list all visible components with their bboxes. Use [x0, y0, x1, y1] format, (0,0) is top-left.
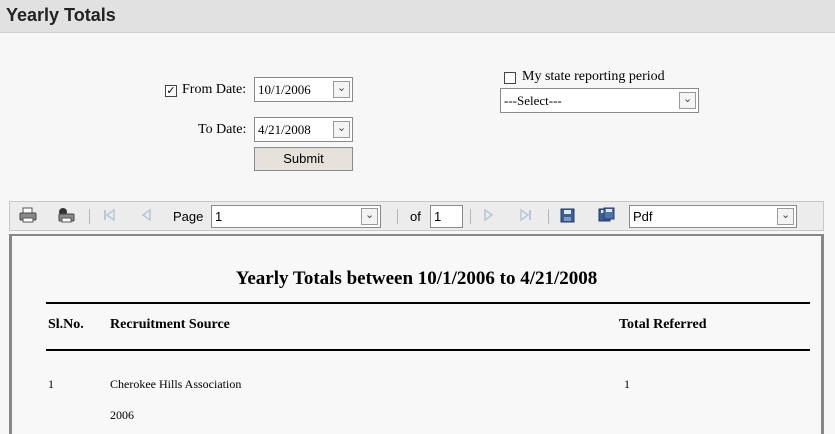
page-header: Yearly Totals	[0, 0, 835, 33]
column-header-source: Recruitment Source	[110, 317, 230, 332]
of-label: of	[410, 209, 421, 224]
checkbox-check-icon: ✓	[166, 84, 176, 97]
last-page-icon[interactable]	[519, 208, 533, 226]
toolbar-separator	[89, 209, 90, 224]
table-top-rule	[46, 302, 810, 304]
to-date-field[interactable]: 4/21/2008 ⌄	[254, 117, 353, 142]
report-viewer: Yearly Totals between 10/1/2006 to 4/21/…	[9, 234, 824, 434]
state-period-select[interactable]: ---Select--- ⌄	[500, 88, 699, 113]
first-page-icon[interactable]	[102, 208, 116, 226]
to-date-value: 4/21/2008	[258, 122, 311, 137]
submit-button[interactable]: Submit	[254, 147, 353, 171]
print-setup-icon[interactable]	[57, 207, 75, 227]
print-icon[interactable]	[19, 207, 37, 227]
row-1-source: Cherokee Hills Association	[110, 377, 242, 391]
column-header-slno: Sl.No.	[48, 317, 84, 332]
from-date-dropdown-button[interactable]: ⌄	[333, 81, 350, 98]
page-title: Yearly Totals	[6, 5, 116, 25]
report-title: Yearly Totals between 10/1/2006 to 4/21/…	[235, 268, 598, 289]
chevron-down-icon: ⌄	[781, 208, 791, 221]
export-format-select[interactable]: Pdf ⌄	[629, 205, 797, 228]
state-period-select-value: ---Select---	[504, 93, 562, 108]
state-period-dropdown-button[interactable]: ⌄	[679, 92, 696, 109]
chevron-down-icon: ⌄	[683, 92, 693, 105]
row-1-slno: 1	[48, 377, 54, 391]
toolbar-separator	[470, 209, 471, 224]
chevron-down-icon: ⌄	[337, 81, 347, 94]
chevron-down-icon: ⌄	[365, 208, 375, 221]
table-header-rule	[46, 349, 810, 351]
row-2-source: 2006	[110, 408, 134, 422]
toolbar-separator	[548, 209, 549, 224]
chevron-down-icon: ⌄	[337, 121, 347, 134]
report-toolbar: Page 1 ⌄ of 1 Pdf ⌄	[9, 201, 824, 231]
from-date-field[interactable]: 10/1/2006 ⌄	[254, 77, 353, 102]
page-count-value: 1	[434, 209, 442, 224]
to-date-dropdown-button[interactable]: ⌄	[333, 121, 350, 138]
from-date-checkbox[interactable]: ✓	[165, 85, 177, 97]
export-format-dropdown-button[interactable]: ⌄	[777, 208, 794, 225]
next-page-icon[interactable]	[482, 208, 496, 226]
page-select-value: 1	[215, 209, 223, 224]
from-date-value: 10/1/2006	[258, 82, 311, 97]
row-1-total: 1	[624, 377, 630, 391]
page-dropdown-button[interactable]: ⌄	[361, 208, 378, 225]
from-date-label: From Date:	[182, 82, 247, 97]
to-date-label: To Date:	[198, 122, 247, 137]
page-label: Page	[173, 209, 204, 224]
save-icon[interactable]	[560, 208, 575, 227]
export-icon[interactable]	[598, 207, 615, 227]
page-count-field: 1	[430, 205, 463, 228]
state-period-checkbox[interactable]	[504, 72, 516, 84]
export-format-value: Pdf	[633, 209, 653, 224]
page-select[interactable]: 1 ⌄	[211, 205, 381, 228]
state-period-label: My state reporting period	[522, 69, 665, 84]
previous-page-icon[interactable]	[139, 208, 153, 226]
column-header-total: Total Referred	[619, 317, 707, 332]
toolbar-separator	[397, 209, 398, 224]
